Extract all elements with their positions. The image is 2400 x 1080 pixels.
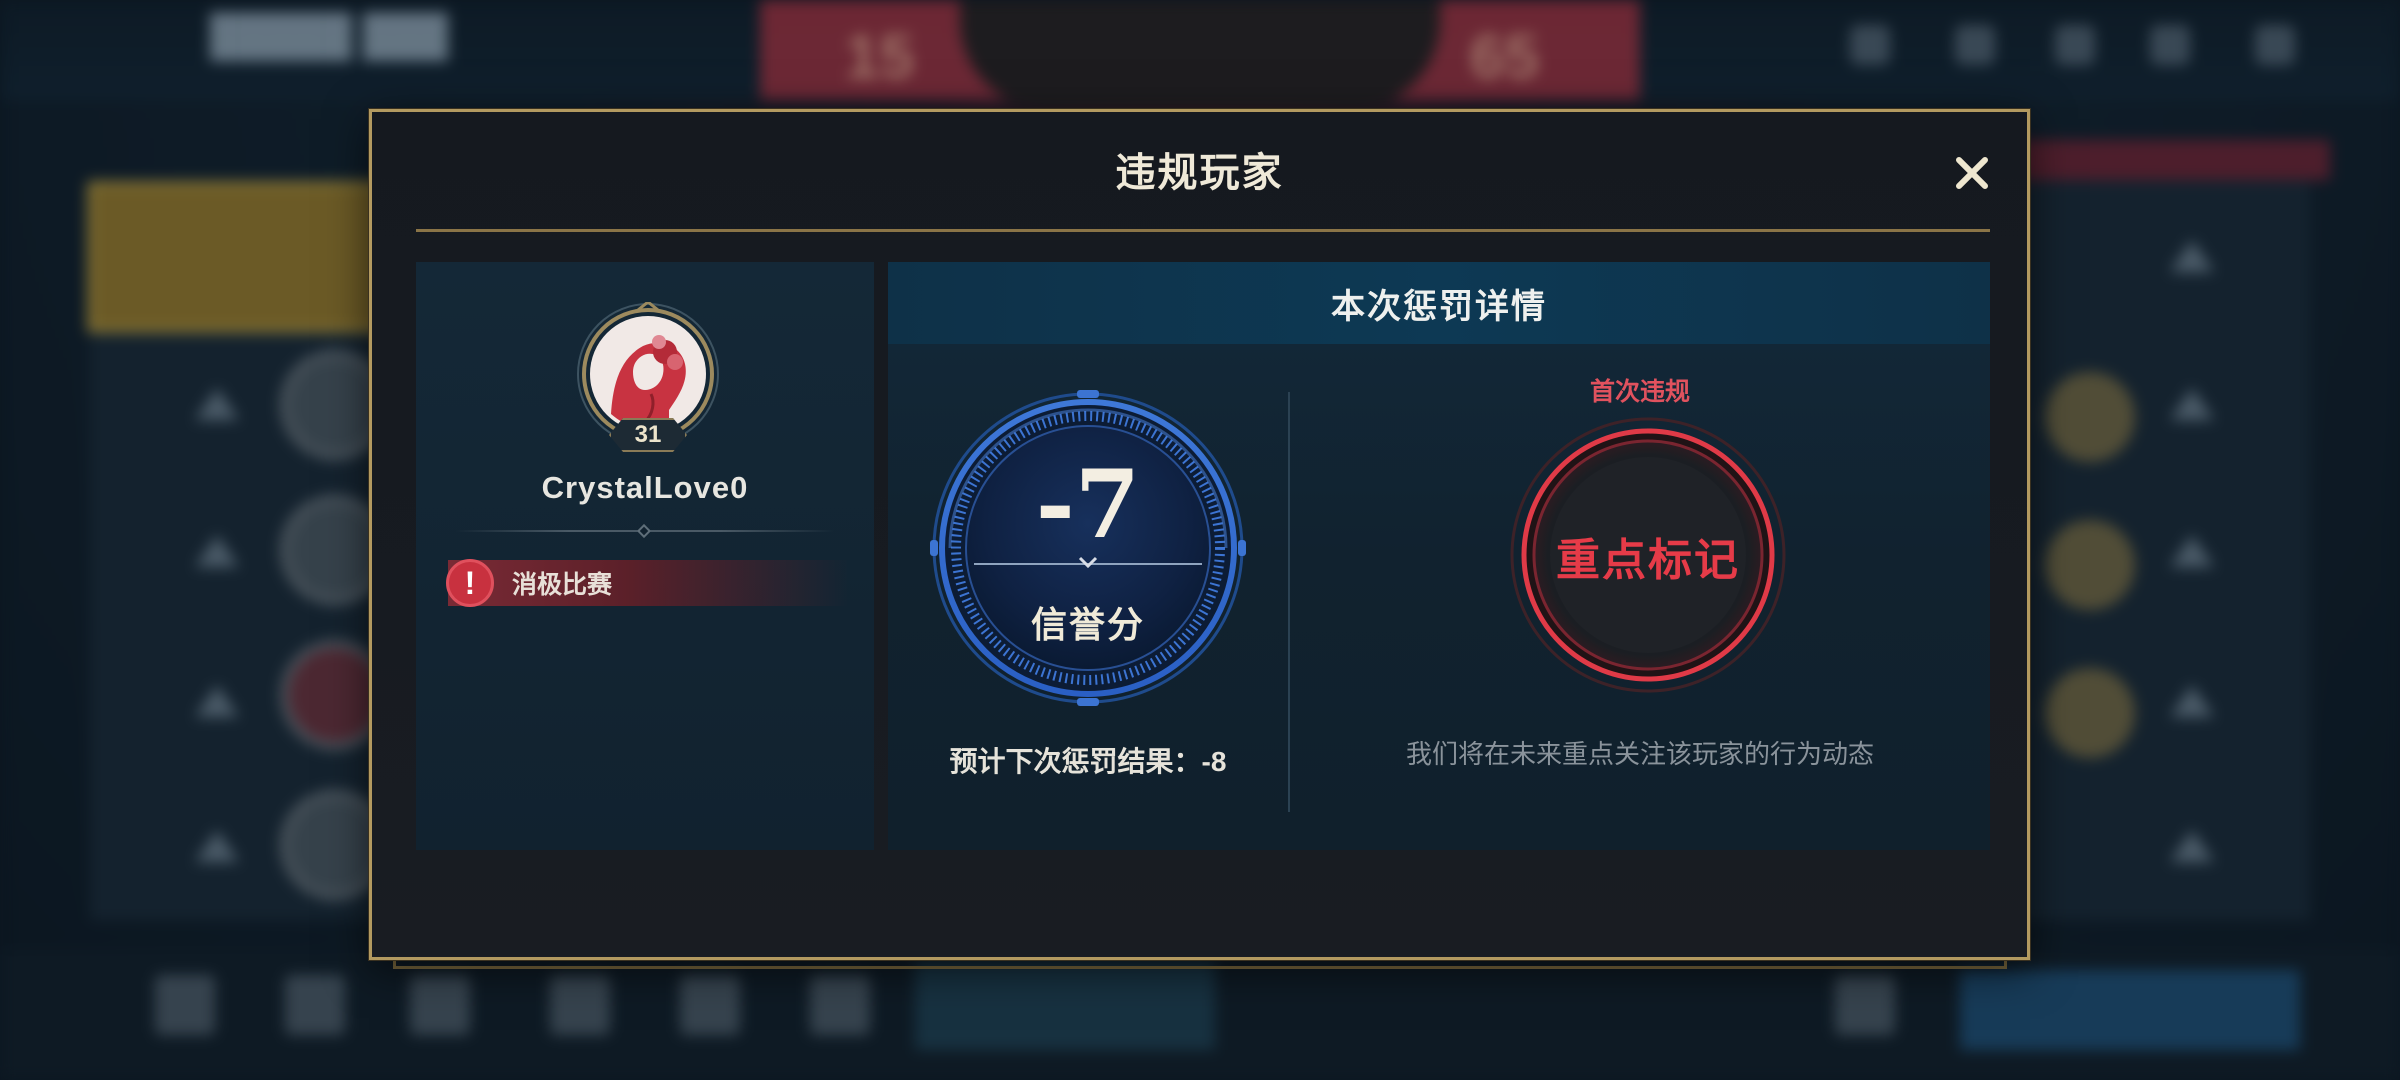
dialog-title: 违规玩家 (1115, 151, 1284, 195)
key-mark-label: 重点标记 (1556, 536, 1740, 585)
close-button[interactable] (1946, 147, 1998, 199)
avatar[interactable]: 31 (573, 300, 723, 452)
violation-type-label: 消极比赛 (512, 571, 613, 599)
divider-ornament (636, 523, 652, 539)
punishment-panel: 本次惩罚详情 -7 信誉分 预计下次惩罚结果：-8 首次违规 重点标记 我们将在… (888, 262, 1990, 850)
key-mark-description: 我们将在未来重点关注该玩家的行为动态 (1405, 739, 1874, 769)
game-screen: 15 65 █████ ███ 违规玩家 31 CrystalLove0 ! 消… (0, 0, 2400, 1080)
credit-score-label: 信誉分 (1030, 604, 1145, 645)
punishment-header: 本次惩罚详情 (888, 262, 1990, 344)
credit-score-change: -7 (1035, 450, 1141, 560)
player-name: CrystalLove0 (541, 470, 749, 505)
violation-dialog: 违规玩家 31 CrystalLove0 ! 消极比赛 本次惩罚详情 -7 信誉… (369, 109, 2030, 960)
title-divider (416, 229, 1990, 232)
violation-tag: ! 消极比赛 (446, 559, 848, 607)
player-card: 31 CrystalLove0 ! 消极比赛 (416, 262, 874, 850)
violation-count-label: 首次违规 (1589, 378, 1690, 406)
next-penalty-estimate: 预计下次惩罚结果：-8 (949, 746, 1227, 777)
close-icon[interactable] (1954, 155, 1990, 191)
level-badge: 31 (609, 418, 687, 452)
dialog-bottom-accent (393, 959, 2007, 969)
exclamation-icon: ! (446, 559, 494, 607)
